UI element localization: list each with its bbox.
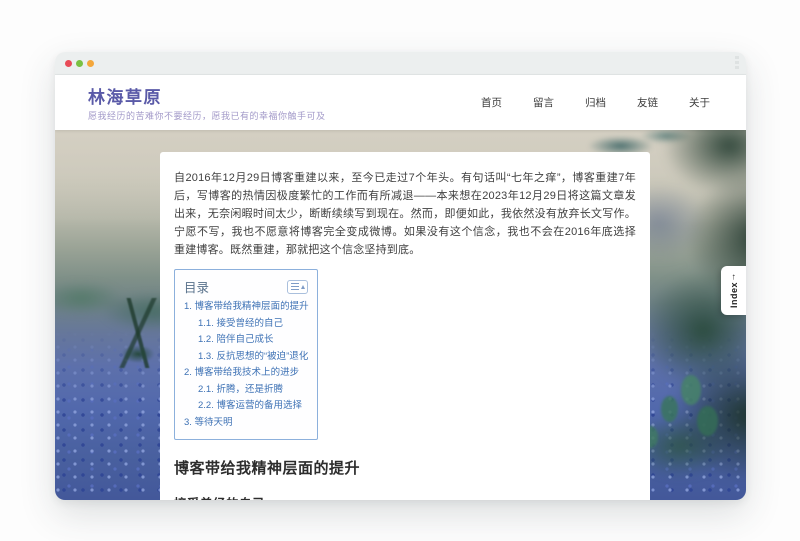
nav-item-home[interactable]: 首页 xyxy=(481,95,502,110)
minimize-window-icon[interactable] xyxy=(87,60,94,67)
window-titlebar xyxy=(55,52,746,75)
toc-link[interactable]: 1. 博客带给我精神层面的提升 xyxy=(184,299,308,316)
table-of-contents: 目录 1. 博客带给我精神层面的提升 1.1. 接受曾经的自己 1.2. 陪伴自… xyxy=(174,269,318,440)
toc-link[interactable]: 2.1. 折腾，还是折腾 xyxy=(184,382,308,399)
toc-link[interactable]: 1.1. 接受曾经的自己 xyxy=(184,316,308,333)
chevron-up-icon xyxy=(301,285,305,289)
toc-link[interactable]: 2.2. 博客运营的备用选择 xyxy=(184,398,308,415)
toc-title: 目录 xyxy=(184,277,209,296)
nav-item-about[interactable]: 关于 xyxy=(689,95,710,110)
maximize-window-icon[interactable] xyxy=(76,60,83,67)
close-window-icon[interactable] xyxy=(65,60,72,67)
site-subtitle: 愿我经历的苦难你不要经历，愿我已有的幸福你触手可及 xyxy=(88,109,326,122)
cactus-art xyxy=(697,406,718,436)
traffic-lights xyxy=(65,60,94,67)
arrow-up-icon: ↑ xyxy=(731,271,736,281)
site-title[interactable]: 林海草原 xyxy=(88,83,162,108)
subsection-heading: 接受曾经的自己 xyxy=(174,493,636,500)
window-menu-icon[interactable] xyxy=(735,56,739,69)
article-card: 自2016年12月29日博客重建以来，至今已走过7个年头。有句话叫“七年之痒”，… xyxy=(160,152,650,500)
toc-link[interactable]: 2. 博客带给我技术上的进步 xyxy=(184,365,308,382)
toc-list: 1. 博客带给我精神层面的提升 1.1. 接受曾经的自己 1.2. 陪伴自己成长… xyxy=(184,299,308,431)
index-tab-label: Index xyxy=(729,281,739,307)
cactus-art xyxy=(681,375,701,405)
nav-item-guestbook[interactable]: 留言 xyxy=(533,95,554,110)
main-nav: 首页 留言 归档 友链 关于 xyxy=(481,75,710,130)
section-heading: 博客带给我精神层面的提升 xyxy=(174,457,636,478)
nav-item-links[interactable]: 友链 xyxy=(637,95,658,110)
site-header: 林海草原 愿我经历的苦难你不要经历，愿我已有的幸福你触手可及 首页 留言 归档 … xyxy=(55,75,746,130)
toc-link[interactable]: 3. 等待天明 xyxy=(184,415,308,432)
article-intro-paragraph: 自2016年12月29日博客重建以来，至今已走过7个年头。有句话叫“七年之痒”，… xyxy=(174,169,636,259)
toc-collapse-button[interactable] xyxy=(287,280,308,294)
list-icon xyxy=(291,283,299,290)
index-side-tab[interactable]: Index ↑ xyxy=(721,266,746,315)
nav-item-archive[interactable]: 归档 xyxy=(585,95,606,110)
browser-window: 林海草原 愿我经历的苦难你不要经历，愿我已有的幸福你触手可及 首页 留言 归档 … xyxy=(55,52,746,500)
left-sprig-art xyxy=(113,298,163,368)
toc-link[interactable]: 1.3. 反抗思想的“被迫”退化 xyxy=(184,349,308,366)
cactus-art xyxy=(661,396,678,422)
toc-link[interactable]: 1.2. 陪伴自己成长 xyxy=(184,332,308,349)
